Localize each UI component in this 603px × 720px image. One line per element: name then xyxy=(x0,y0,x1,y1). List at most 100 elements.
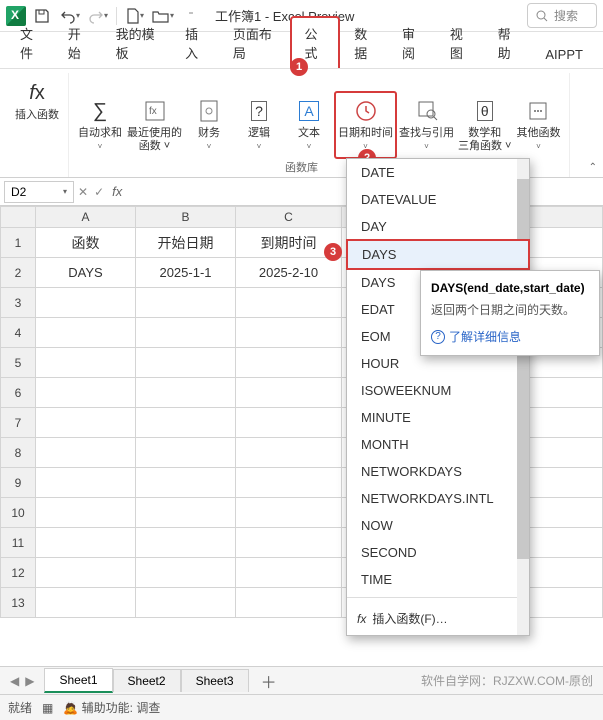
math-trig-button[interactable]: θ 数学和 三角函数 ˅ xyxy=(456,93,513,157)
fn-menu-item[interactable]: DAY xyxy=(347,213,529,240)
cell[interactable] xyxy=(136,468,236,498)
cell[interactable] xyxy=(36,378,136,408)
name-box[interactable]: D2 ▾ xyxy=(4,181,74,203)
cell[interactable] xyxy=(36,408,136,438)
cancel-formula-icon[interactable]: ✕ xyxy=(78,185,88,199)
workbook-stats-icon[interactable]: ▦ xyxy=(42,701,53,715)
select-all-corner[interactable] xyxy=(0,206,36,228)
sheet-tab-3[interactable]: Sheet3 xyxy=(181,669,249,692)
sheet-nav-next-icon[interactable]: ▶ xyxy=(25,674,34,688)
cell[interactable] xyxy=(236,318,342,348)
tab-help[interactable]: 帮助 xyxy=(486,18,532,68)
fn-menu-item[interactable]: MINUTE xyxy=(347,404,529,431)
cell[interactable] xyxy=(36,468,136,498)
sheet-nav-prev-icon[interactable]: ◀ xyxy=(10,674,19,688)
cell[interactable] xyxy=(236,558,342,588)
row-header[interactable]: 6 xyxy=(0,378,36,408)
cell[interactable] xyxy=(36,438,136,468)
tab-aippt[interactable]: AIPPT xyxy=(533,41,595,68)
cell[interactable] xyxy=(236,498,342,528)
cell[interactable] xyxy=(36,558,136,588)
cell[interactable] xyxy=(36,588,136,618)
financial-button[interactable]: 财务˅ xyxy=(184,93,234,157)
fn-menu-item[interactable]: ISOWEEKNUM xyxy=(347,377,529,404)
sheet-tab-2[interactable]: Sheet2 xyxy=(113,669,181,692)
add-sheet-button[interactable]: ＋ xyxy=(249,669,289,693)
row-header[interactable]: 4 xyxy=(0,318,36,348)
fn-menu-item[interactable]: MONTH xyxy=(347,431,529,458)
tooltip-help-link[interactable]: ? 了解详细信息 xyxy=(431,328,589,345)
fn-menu-item[interactable]: NETWORKDAYS.INTL xyxy=(347,485,529,512)
tab-data[interactable]: 数据 xyxy=(342,18,388,68)
lookup-button[interactable]: 查找与引用˅ xyxy=(397,93,456,157)
accessibility-status[interactable]: 🙇 辅助功能: 调查 xyxy=(63,699,160,716)
col-header-c[interactable]: C xyxy=(236,206,342,228)
cell[interactable] xyxy=(36,528,136,558)
scrollbar-thumb[interactable] xyxy=(517,179,529,559)
row-header[interactable]: 1 xyxy=(0,228,36,258)
tab-file[interactable]: 文件 xyxy=(8,18,54,68)
collapse-ribbon-icon[interactable]: ⌃ xyxy=(587,160,599,175)
insert-function-button[interactable]: fx 插入函数 xyxy=(12,75,62,126)
insert-function-menu-item[interactable]: fx 插入函数(F)… xyxy=(347,602,529,635)
fn-menu-item[interactable]: NOW xyxy=(347,512,529,539)
row-header[interactable]: 3 xyxy=(0,288,36,318)
accept-formula-icon[interactable]: ✓ xyxy=(94,185,104,199)
cell[interactable] xyxy=(136,288,236,318)
tab-insert[interactable]: 插入 xyxy=(173,18,219,68)
row-header[interactable]: 5 xyxy=(0,348,36,378)
cell[interactable] xyxy=(236,528,342,558)
cell[interactable]: 2025-2-10 xyxy=(236,258,342,288)
cell[interactable] xyxy=(136,318,236,348)
autosum-button[interactable]: ∑ 自动求和˅ xyxy=(75,93,125,157)
recent-functions-button[interactable]: fx 最近使用的 函数 ˅ xyxy=(125,93,184,157)
col-header-a[interactable]: A xyxy=(36,206,136,228)
cell[interactable] xyxy=(136,498,236,528)
row-header[interactable]: 10 xyxy=(0,498,36,528)
cell[interactable] xyxy=(236,348,342,378)
cell[interactable] xyxy=(136,558,236,588)
tab-home[interactable]: 开始 xyxy=(56,18,102,68)
row-header[interactable]: 8 xyxy=(0,438,36,468)
col-header-b[interactable]: B xyxy=(136,206,236,228)
cell[interactable] xyxy=(236,378,342,408)
row-header[interactable]: 7 xyxy=(0,408,36,438)
search-box[interactable]: 搜索 xyxy=(527,3,597,28)
cell[interactable] xyxy=(36,498,136,528)
row-header[interactable]: 11 xyxy=(0,528,36,558)
cell[interactable] xyxy=(236,438,342,468)
fn-menu-item-days[interactable]: DAYS 3 xyxy=(346,239,530,270)
cell[interactable] xyxy=(236,288,342,318)
tab-review[interactable]: 审阅 xyxy=(390,18,436,68)
cell[interactable] xyxy=(236,588,342,618)
tab-view[interactable]: 视图 xyxy=(438,18,484,68)
tab-layout[interactable]: 页面布局 xyxy=(221,18,289,68)
cell[interactable] xyxy=(36,348,136,378)
row-header[interactable]: 12 xyxy=(0,558,36,588)
row-header[interactable]: 13 xyxy=(0,588,36,618)
cell[interactable]: DAYS xyxy=(36,258,136,288)
row-header[interactable]: 2 xyxy=(0,258,36,288)
fn-menu-item[interactable]: SECOND xyxy=(347,539,529,566)
fn-menu-item[interactable]: DATE xyxy=(347,159,529,186)
cell[interactable] xyxy=(136,588,236,618)
fn-menu-item[interactable]: TIME xyxy=(347,566,529,593)
cell[interactable]: 开始日期 xyxy=(136,228,236,258)
fn-menu-item[interactable]: NETWORKDAYS xyxy=(347,458,529,485)
fn-menu-item[interactable]: DATEVALUE xyxy=(347,186,529,213)
text-button[interactable]: A 文本˅ xyxy=(284,93,334,157)
row-header[interactable]: 9 xyxy=(0,468,36,498)
cell[interactable] xyxy=(136,348,236,378)
cell[interactable] xyxy=(136,408,236,438)
cell[interactable] xyxy=(136,378,236,408)
chevron-down-icon[interactable]: ▾ xyxy=(63,187,67,196)
cell[interactable] xyxy=(36,288,136,318)
sheet-tab-1[interactable]: Sheet1 xyxy=(44,668,112,693)
cell[interactable] xyxy=(136,528,236,558)
more-functions-button[interactable]: 其他函数˅ xyxy=(513,93,563,157)
logical-button[interactable]: ? 逻辑˅ xyxy=(234,93,284,157)
cell[interactable]: 函数 xyxy=(36,228,136,258)
scrollbar[interactable] xyxy=(517,159,529,635)
cell[interactable] xyxy=(236,408,342,438)
cell[interactable] xyxy=(36,318,136,348)
